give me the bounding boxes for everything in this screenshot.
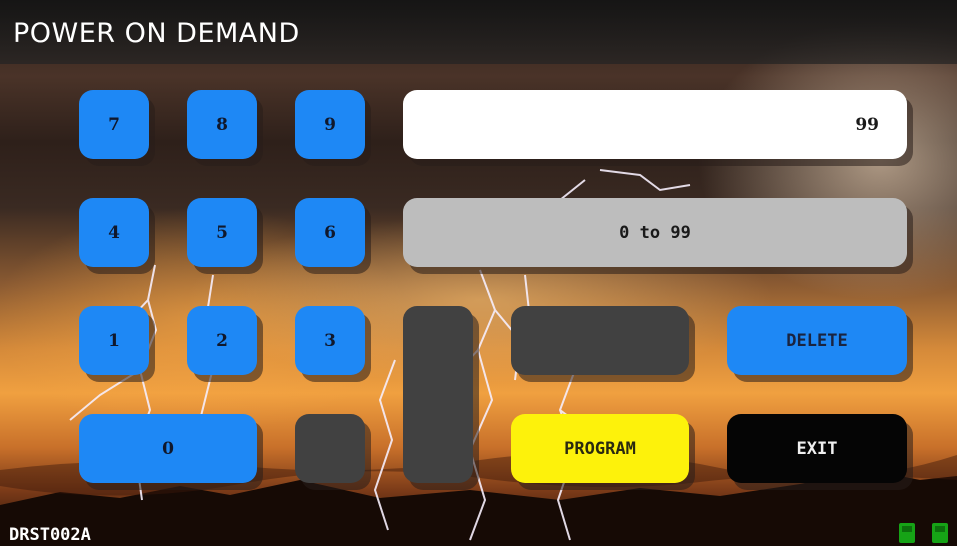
- device-id-label: DRST002A: [9, 525, 91, 545]
- memory-chip-icon: [932, 523, 948, 543]
- range-display: 0 to 99: [403, 198, 907, 267]
- program-button[interactable]: PROGRAM: [511, 414, 689, 483]
- key-4[interactable]: 4: [79, 198, 149, 267]
- value-display: 99: [403, 90, 907, 159]
- page-title: POWER ON DEMAND: [13, 18, 300, 49]
- key-1[interactable]: 1: [79, 306, 149, 375]
- key-8[interactable]: 8: [187, 90, 257, 159]
- range-text: 0 to 99: [619, 222, 691, 243]
- key-9[interactable]: 9: [295, 90, 365, 159]
- blank-key: [295, 414, 365, 483]
- exit-button[interactable]: EXIT: [727, 414, 907, 483]
- blank-wide-button: [511, 306, 689, 375]
- key-7[interactable]: 7: [79, 90, 149, 159]
- key-2[interactable]: 2: [187, 306, 257, 375]
- key-3[interactable]: 3: [295, 306, 365, 375]
- value-text: 99: [855, 114, 879, 135]
- screen: POWER ON DEMAND 7 8 9 4 5 6 1 2 3 0 99 0…: [0, 0, 957, 546]
- blank-vertical-button: [403, 306, 473, 483]
- sd-card-icon: [899, 523, 915, 543]
- title-bar: POWER ON DEMAND: [0, 0, 957, 64]
- key-6[interactable]: 6: [295, 198, 365, 267]
- key-0[interactable]: 0: [79, 414, 257, 483]
- delete-button[interactable]: DELETE: [727, 306, 907, 375]
- key-5[interactable]: 5: [187, 198, 257, 267]
